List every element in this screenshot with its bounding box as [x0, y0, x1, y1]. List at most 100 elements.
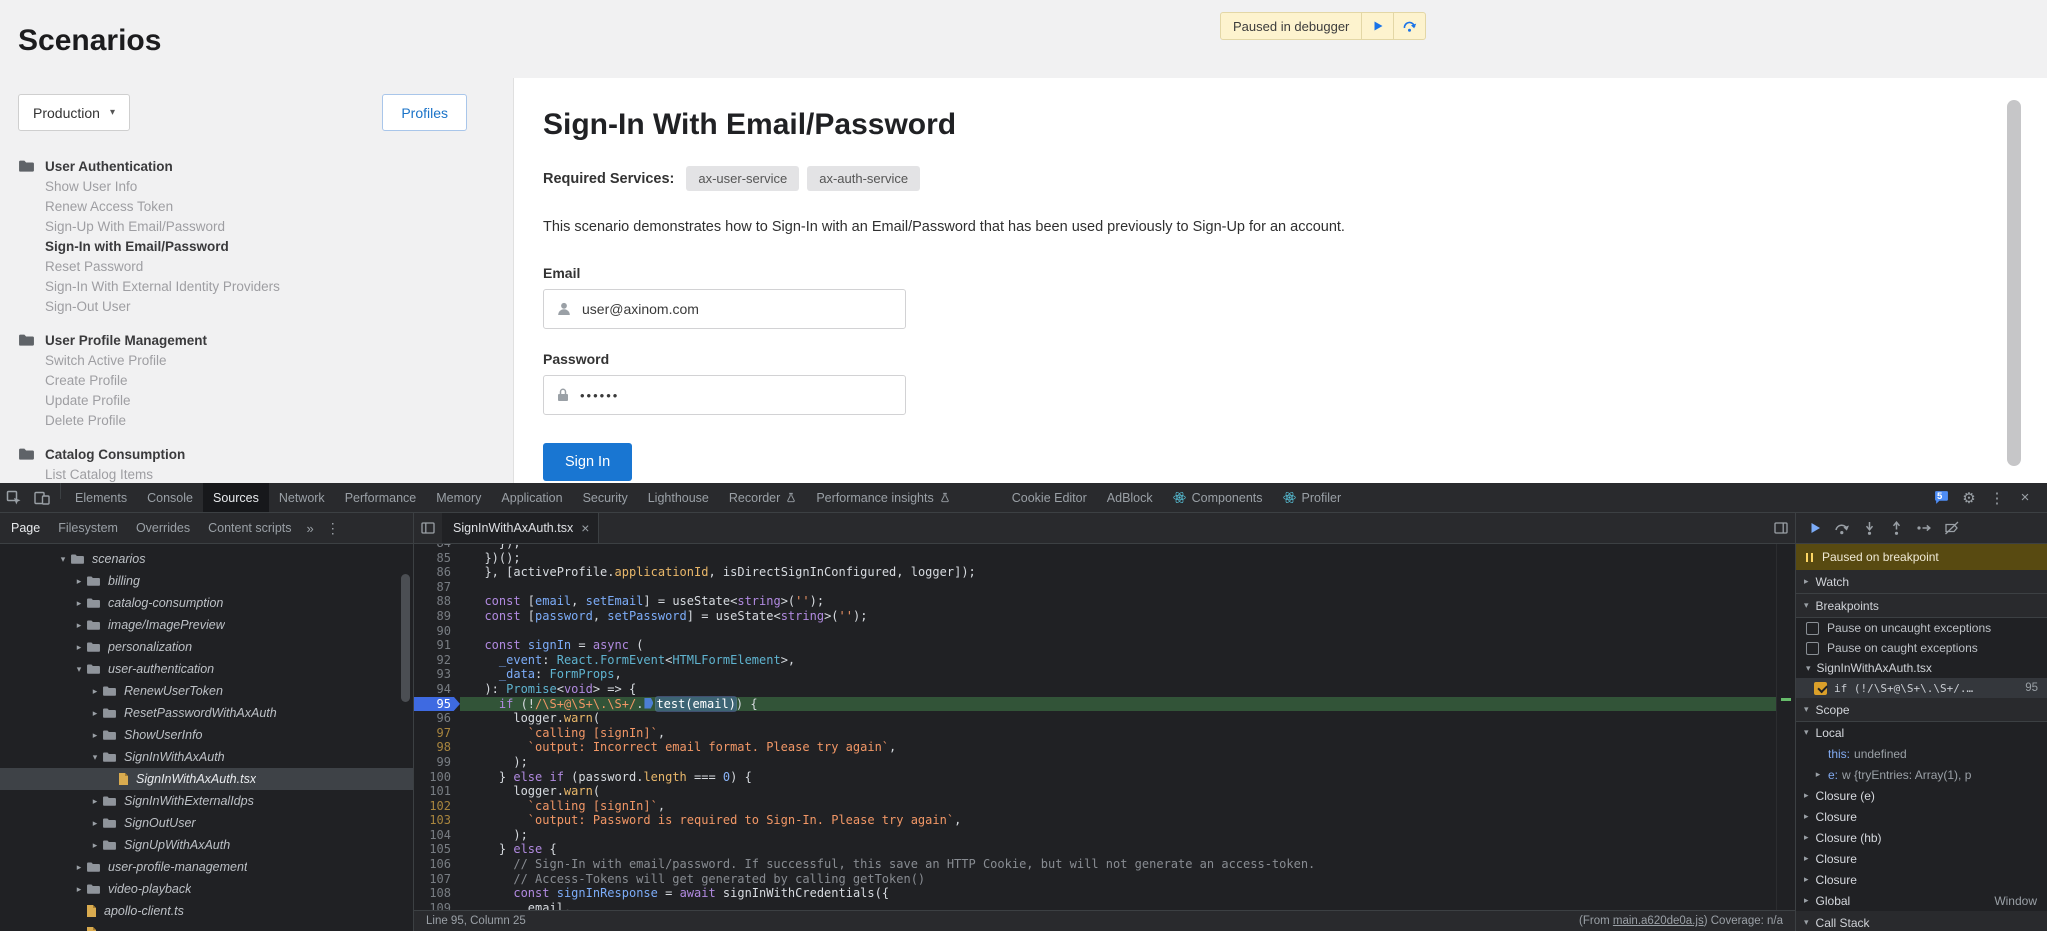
sidebar-folder-user-authentication[interactable]: User Authentication	[18, 155, 513, 177]
devtools-tab-application[interactable]: Application	[491, 483, 572, 512]
scenario-item-list-catalog-items[interactable]: List Catalog Items	[18, 465, 513, 483]
breakpoint-line-number[interactable]: 95	[414, 697, 460, 712]
line-number[interactable]: 88	[414, 594, 460, 609]
disclosure-triangle-icon[interactable]: ▸	[72, 620, 86, 631]
code-line-85[interactable]: 85 })();	[414, 551, 1776, 566]
step-over-button[interactable]	[1834, 521, 1850, 535]
file-tree-folder-catalog-consumption[interactable]: ▸catalog-consumption	[0, 592, 413, 614]
navigator-menu-icon[interactable]: ⋮	[320, 520, 346, 537]
line-number[interactable]: 98	[414, 740, 460, 755]
scope-group-closure[interactable]: ▸Closure	[1796, 869, 2047, 890]
file-tab[interactable]: SignInWithAxAuth.tsx ×	[442, 513, 599, 543]
file-tree-folder-showuserinfo[interactable]: ▸ShowUserInfo	[0, 724, 413, 746]
checkbox-unchecked[interactable]	[1806, 622, 1819, 635]
watch-section-header[interactable]: ▸ Watch	[1796, 570, 2047, 594]
close-devtools-icon[interactable]: ×	[2011, 483, 2039, 512]
disclosure-triangle-icon[interactable]: ▸	[88, 708, 102, 719]
code-line-91[interactable]: 91 const signIn = async (	[414, 638, 1776, 653]
code-line-94[interactable]: 94 ): Promise<void> => {	[414, 682, 1776, 697]
scenario-item-delete-profile[interactable]: Delete Profile	[18, 411, 513, 431]
scenario-item-create-profile[interactable]: Create Profile	[18, 371, 513, 391]
line-number[interactable]: 100	[414, 770, 460, 785]
toggle-navigator-icon[interactable]	[414, 513, 442, 543]
line-number[interactable]: 107	[414, 872, 460, 887]
scope-group-global[interactable]: ▸GlobalWindow	[1796, 890, 2047, 911]
scenario-item-show-user-info[interactable]: Show User Info	[18, 177, 513, 197]
breakpoint-file-group[interactable]: ▾ SignInWithAxAuth.tsx	[1796, 658, 2047, 678]
line-number[interactable]: 93	[414, 667, 460, 682]
password-field[interactable]: ••••••	[543, 375, 906, 415]
file-tree-folder-scenarios[interactable]: ▾scenarios	[0, 548, 413, 570]
line-number[interactable]: 90	[414, 624, 460, 639]
pause-uncaught-checkbox-row[interactable]: Pause on uncaught exceptions	[1796, 618, 2047, 638]
devtools-tab-adblock[interactable]: AdBlock	[1097, 483, 1163, 512]
disclosure-triangle-icon[interactable]: ▸	[72, 862, 86, 873]
sign-in-button[interactable]: Sign In	[543, 443, 632, 481]
disclosure-triangle-icon[interactable]: ▾	[72, 664, 86, 675]
scope-group-closure-e[interactable]: ▸Closure (e)	[1796, 785, 2047, 806]
devtools-tab-console[interactable]: Console	[137, 483, 203, 512]
disclosure-triangle-icon[interactable]: ▸	[72, 598, 86, 609]
file-tree-folder-renewusertoken[interactable]: ▸RenewUserToken	[0, 680, 413, 702]
line-number[interactable]: 97	[414, 726, 460, 741]
breakpoint-entry[interactable]: if (!/\S+@\S+\.\S+/.… 95	[1796, 678, 2047, 698]
code-line-108[interactable]: 108 const signInResponse = await signInW…	[414, 886, 1776, 901]
inspect-element-icon[interactable]	[0, 483, 28, 512]
disclosure-triangle-icon[interactable]: ▾	[56, 554, 70, 565]
deactivate-breakpoints-button[interactable]	[1944, 521, 1959, 535]
scope-variable-e[interactable]: ▸e: w {tryEntries: Array(1), p	[1796, 764, 2047, 785]
navigator-tab-content-scripts[interactable]: Content scripts	[199, 513, 300, 543]
scenario-item-sign-in-with-external-identity-providers[interactable]: Sign-In With External Identity Providers	[18, 277, 513, 297]
file-tree-folder-billing[interactable]: ▸billing	[0, 570, 413, 592]
step-button[interactable]	[1916, 521, 1932, 535]
line-number[interactable]: 96	[414, 711, 460, 726]
checkbox-unchecked[interactable]	[1806, 642, 1819, 655]
line-number[interactable]: 91	[414, 638, 460, 653]
line-number[interactable]: 103	[414, 813, 460, 828]
profiles-button[interactable]: Profiles	[382, 94, 467, 131]
settings-gear-icon[interactable]: ⚙	[1955, 483, 1983, 512]
callstack-section-header[interactable]: ▾ Call Stack	[1796, 911, 2047, 931]
file-tree-file-apollo-client-ts[interactable]: apollo-client.ts	[0, 900, 413, 922]
device-toolbar-icon[interactable]	[28, 483, 56, 512]
overlay-resume-button[interactable]	[1361, 13, 1393, 39]
devtools-tab-network[interactable]: Network	[269, 483, 335, 512]
code-line-101[interactable]: 101 logger.warn(	[414, 784, 1776, 799]
email-field[interactable]: user@axinom.com	[543, 289, 906, 329]
devtools-tab-elements[interactable]: Elements	[65, 483, 137, 512]
code-line-89[interactable]: 89 const [password, setPassword] = useSt…	[414, 609, 1776, 624]
scenario-item-update-profile[interactable]: Update Profile	[18, 391, 513, 411]
checkbox-checked[interactable]	[1814, 682, 1827, 695]
devtools-tab-recorder[interactable]: Recorder	[719, 483, 806, 512]
line-number[interactable]: 109	[414, 901, 460, 910]
close-tab-icon[interactable]: ×	[581, 520, 589, 536]
pause-caught-checkbox-row[interactable]: Pause on caught exceptions	[1796, 638, 2047, 658]
disclosure-triangle-icon[interactable]: ▸	[88, 796, 102, 807]
scope-group-closure[interactable]: ▸Closure	[1796, 848, 2047, 869]
line-number[interactable]: 86	[414, 565, 460, 580]
step-out-button[interactable]	[1889, 521, 1904, 535]
line-number[interactable]: 92	[414, 653, 460, 668]
file-tree-folder-resetpasswordwithaxauth[interactable]: ▸ResetPasswordWithAxAuth	[0, 702, 413, 724]
navigator-tab-filesystem[interactable]: Filesystem	[49, 513, 127, 543]
file-tree-folder-personalization[interactable]: ▸personalization	[0, 636, 413, 658]
line-number[interactable]: 85	[414, 551, 460, 566]
code-line-99[interactable]: 99 );	[414, 755, 1776, 770]
file-tree-folder-video-playback[interactable]: ▸video-playback	[0, 878, 413, 900]
inline-breakpoint-marker[interactable]	[644, 698, 653, 709]
file-tree-folder-signinwithaxauth[interactable]: ▾SignInWithAxAuth	[0, 746, 413, 768]
code-line-109[interactable]: 109 email,	[414, 901, 1776, 910]
navigator-tab-overrides[interactable]: Overrides	[127, 513, 199, 543]
resume-script-button[interactable]	[1808, 521, 1822, 535]
line-number[interactable]: 108	[414, 886, 460, 901]
code-line-98[interactable]: 98 `output: Incorrect email format. Plea…	[414, 740, 1776, 755]
devtools-tab-cookie-editor[interactable]: Cookie Editor	[1002, 483, 1097, 512]
code-line-95[interactable]: 95 if (!/\S+@\S+\.\S+/.test(email)) {	[414, 697, 1776, 712]
devtools-tab-performance-insights[interactable]: Performance insights	[806, 483, 959, 512]
scenario-item-sign-in-with-email-password[interactable]: Sign-In with Email/Password	[18, 237, 513, 257]
scenario-item-switch-active-profile[interactable]: Switch Active Profile	[18, 351, 513, 371]
line-number[interactable]: 84	[414, 544, 460, 551]
code-line-90[interactable]: 90	[414, 624, 1776, 639]
scope-group-closure-hb[interactable]: ▸Closure (hb)	[1796, 827, 2047, 848]
sidebar-folder-catalog-consumption[interactable]: Catalog Consumption	[18, 443, 513, 465]
